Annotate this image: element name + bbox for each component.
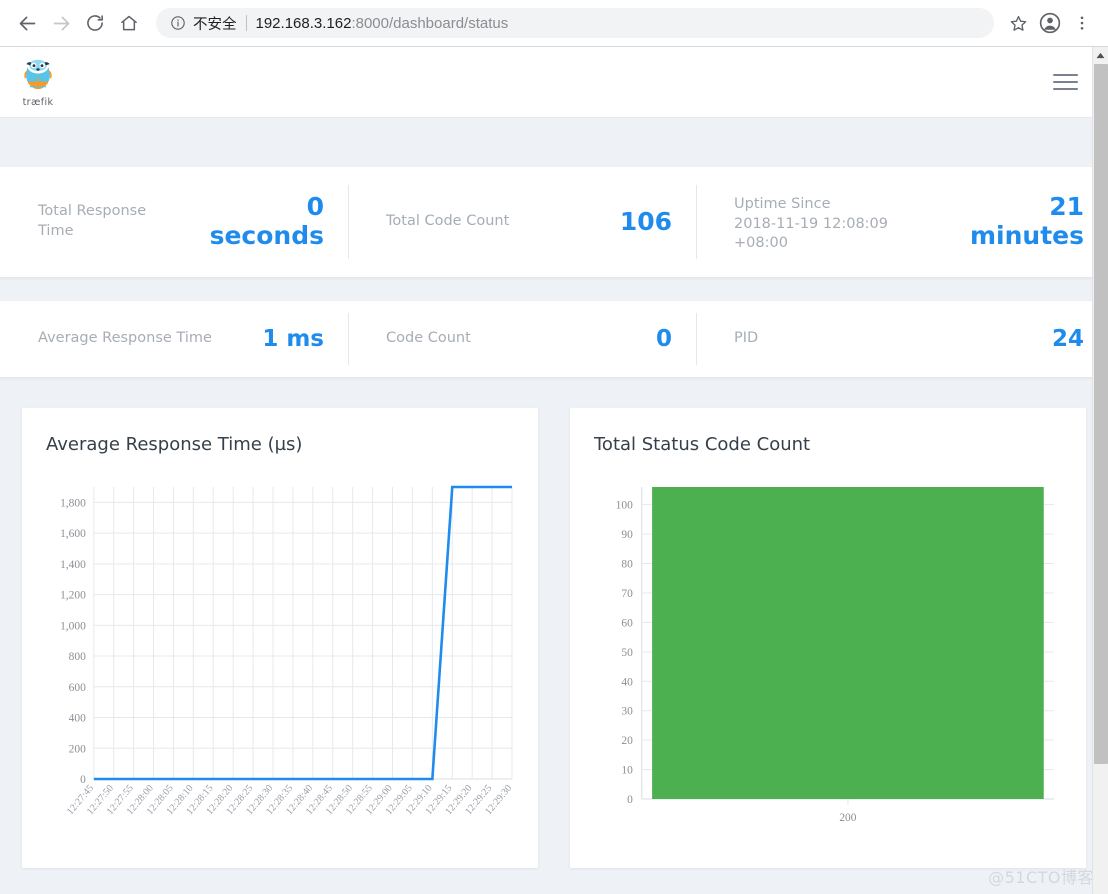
svg-text:1,400: 1,400 [60,559,86,571]
omnibox-divider [245,15,247,31]
charts-container: Average Response Time (µs) 0 200 400 600 800… [0,408,1108,868]
account-avatar-icon [1039,12,1061,34]
reload-button[interactable] [78,6,112,40]
stat-average-response-time: Average Response Time 1 ms [0,301,348,377]
charts-spacer [0,378,1108,408]
scrollbar-up-arrow[interactable] [1093,47,1108,64]
stats-row-primary: Total Response Time 0 seconds Total Code… [0,167,1108,277]
stats-row-secondary: Average Response Time 1 ms Code Count 0 … [0,301,1108,377]
three-dots-vertical-icon [1080,16,1084,30]
svg-text:1,200: 1,200 [60,590,86,602]
url-path: :8000/dashboard/status [351,14,509,32]
url-host: 192.168.3.162 [255,14,352,32]
svg-text:40: 40 [621,676,633,688]
stat-value: 0 [655,325,672,352]
stats-card-secondary: Average Response Time 1 ms Code Count 0 … [0,300,1108,378]
stat-label: Code Count [386,330,471,347]
svg-text:70: 70 [621,588,633,600]
svg-text:0: 0 [627,794,633,806]
row-spacer [0,278,1108,300]
stats-card-primary: Total Response Time 0 seconds Total Code… [0,166,1108,278]
chevron-up-icon [1096,52,1105,59]
svg-text:0: 0 [80,774,86,786]
bar-chart-svg: 0 10 20 30 40 50 60 70 80 90 100 200 [616,487,1055,824]
info-circle-icon[interactable] [170,15,186,31]
traefik-logo-link[interactable]: træfik [18,56,58,108]
stat-value: 0 seconds [209,192,324,250]
stat-label-subtext: 2018-11-19 12:08:09 +08:00 [734,215,888,252]
stat-code-count: Code Count 0 [348,301,696,377]
hamburger-line [1053,88,1078,90]
svg-text:1,000: 1,000 [60,620,86,632]
stat-label: Total Code Count [386,213,510,230]
traefik-logo-icon [24,59,52,90]
svg-text:80: 80 [621,559,633,571]
hamburger-line [1053,81,1078,83]
address-bar[interactable]: 不安全 192.168.3.162:8000/dashboard/status [156,8,994,38]
toolbar-actions [1002,7,1098,39]
svg-text:90: 90 [621,529,633,541]
stat-pid: PID 24 [696,301,1108,377]
svg-text:400: 400 [69,713,86,725]
top-spacer [0,118,1108,166]
stat-label: PID [734,330,759,347]
svg-text:50: 50 [621,647,633,659]
app-header: træfik [0,47,1108,118]
svg-text:100: 100 [616,500,633,512]
stat-label: Average Response Time [38,330,212,347]
svg-text:800: 800 [69,651,86,663]
browser-menu-button[interactable] [1066,7,1098,39]
stat-total-response-time: Total Response Time 0 seconds [0,167,348,277]
url-text: 192.168.3.162:8000/dashboard/status [256,15,509,32]
svg-text:30: 30 [621,706,633,718]
svg-text:200: 200 [69,743,86,755]
scrollbar-thumb[interactable] [1094,64,1108,764]
chart-card-average-response-time: Average Response Time (µs) 0 200 400 600 800… [22,408,538,868]
chart-title: Average Response Time (µs) [46,434,303,455]
browser-toolbar: 不安全 192.168.3.162:8000/dashboard/status [0,0,1108,47]
brand-name: træfik [22,97,54,108]
reload-icon [87,15,103,31]
stat-value: 24 [1051,325,1084,352]
home-button[interactable] [112,6,146,40]
security-status-label: 不安全 [193,16,237,33]
svg-text:1,600: 1,600 [60,528,86,540]
stat-value: 1 ms [262,325,324,352]
dashboard-page: Total Response Time 0 seconds Total Code… [0,118,1108,894]
bookmark-button[interactable] [1002,7,1034,39]
chart-card-total-status-code-count: Total Status Code Count 0 10 20 30 40 50 60 70 8… [570,408,1086,868]
stat-label: Total Response Time [38,203,147,239]
hamburger-menu-icon[interactable] [1051,68,1080,96]
stat-uptime-since: Uptime Since 2018-11-19 12:08:09 +08:00 … [696,167,1108,277]
stat-label: Uptime Since 2018-11-19 12:08:09 +08:00 [734,193,944,254]
line-chart-average-response-time[interactable]: 0 200 400 600 800 1,000 1,200 1,400 1,600 1,800 12… [46,479,514,869]
line-chart-svg: 02004006008001,0001,2001,4001,6001,80012… [60,485,514,817]
arrow-right-icon [53,16,69,30]
bar-chart-total-status-code-count[interactable]: 0 10 20 30 40 50 60 70 80 90 100 200 [594,479,1062,869]
stat-value: 21 minutes [969,192,1084,250]
svg-text:200: 200 [839,812,856,824]
stat-total-code-count: Total Code Count 106 [348,167,696,277]
watermark: @51CTO博客 [988,868,1094,887]
svg-text:1,800: 1,800 [60,497,86,509]
svg-text:60: 60 [621,617,633,629]
stat-value: 106 [619,206,672,236]
star-icon [1010,15,1026,31]
chart-title: Total Status Code Count [594,434,811,455]
svg-text:20: 20 [621,735,633,747]
back-button[interactable] [10,6,44,40]
stat-label-title: Uptime Since [734,196,831,212]
svg-text:10: 10 [621,765,633,777]
arrow-left-icon [19,16,35,30]
home-icon [121,15,137,31]
hamburger-line [1053,74,1078,76]
profile-button[interactable] [1034,7,1066,39]
page-scrollbar[interactable] [1092,47,1108,894]
svg-text:600: 600 [69,682,86,694]
forward-button[interactable] [44,6,78,40]
